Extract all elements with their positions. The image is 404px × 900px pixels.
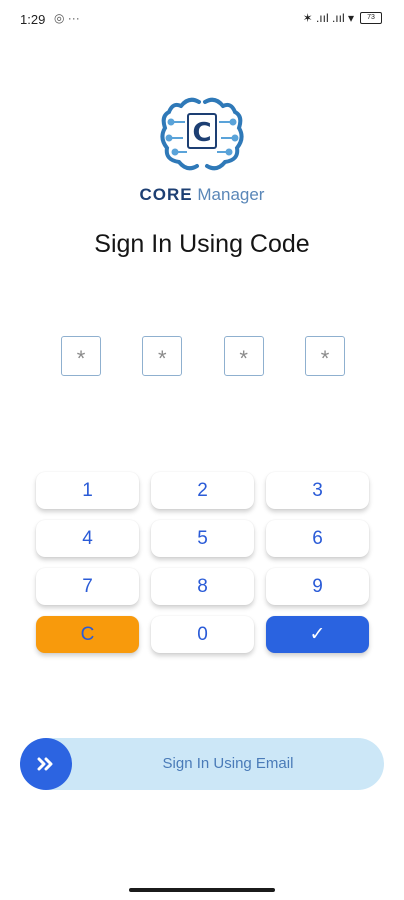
numeric-keypad: 1 2 3 4 5 6 7 8 9 C 0 ✓ bbox=[36, 472, 369, 653]
key-4[interactable]: 4 bbox=[36, 520, 139, 557]
status-right-icons: ✶ .ııl .ııl ▾ 73 bbox=[303, 11, 382, 25]
signal-wifi-icons: ✶ .ııl .ııl ▾ bbox=[302, 11, 354, 25]
status-bar: 1:29 ◎ ··· ✶ .ııl .ııl ▾ 73 bbox=[0, 0, 404, 40]
brand-core: CORE bbox=[139, 185, 193, 204]
double-chevron-right-icon bbox=[37, 757, 53, 771]
brand-manager: Manager bbox=[197, 185, 265, 204]
key-6[interactable]: 6 bbox=[266, 520, 369, 557]
navigation-bar bbox=[0, 882, 404, 900]
key-5[interactable]: 5 bbox=[151, 520, 254, 557]
core-manager-logo: C bbox=[160, 97, 244, 171]
home-indicator[interactable] bbox=[129, 888, 275, 892]
pin-digit-3[interactable]: * bbox=[223, 336, 264, 376]
confirm-button[interactable]: ✓ bbox=[266, 616, 369, 653]
page-title: Sign In Using Code bbox=[94, 230, 310, 258]
status-time: 1:29 bbox=[20, 12, 46, 27]
key-0[interactable]: 0 bbox=[151, 616, 254, 653]
pin-digit-1[interactable]: * bbox=[61, 336, 101, 376]
key-9[interactable]: 9 bbox=[266, 568, 369, 605]
key-7[interactable]: 7 bbox=[36, 568, 139, 605]
pin-digit-4[interactable]: * bbox=[304, 336, 345, 376]
notification-icons: ◎ ··· bbox=[54, 11, 80, 25]
swipe-handle[interactable] bbox=[20, 738, 72, 790]
key-1[interactable]: 1 bbox=[36, 472, 139, 509]
clear-button[interactable]: C bbox=[36, 616, 139, 653]
pin-input-row: * * * * bbox=[61, 336, 345, 376]
logo-letter: C bbox=[192, 118, 211, 148]
key-3[interactable]: 3 bbox=[266, 472, 369, 509]
pin-digit-2[interactable]: * bbox=[142, 336, 183, 376]
sign-in-email-button[interactable]: Sign In Using Email bbox=[20, 738, 384, 790]
battery-icon: 73 bbox=[360, 12, 382, 24]
brand-name: CORE Manager bbox=[0, 185, 404, 205]
key-2[interactable]: 2 bbox=[151, 472, 254, 509]
sign-in-email-label: Sign In Using Email bbox=[162, 755, 294, 772]
checkmark-icon: ✓ bbox=[309, 624, 326, 645]
key-8[interactable]: 8 bbox=[151, 568, 254, 605]
